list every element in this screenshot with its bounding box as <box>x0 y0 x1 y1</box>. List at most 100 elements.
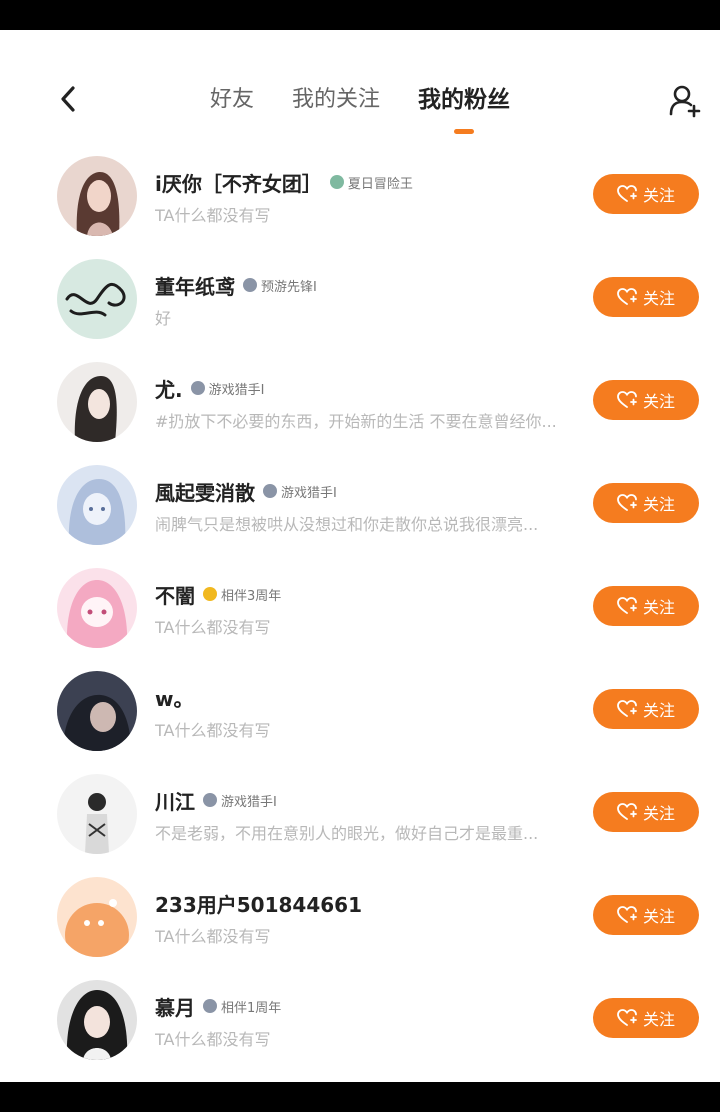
heart-plus-icon <box>617 288 637 305</box>
badge-label: 相伴1周年 <box>221 1000 282 1016</box>
user-name[interactable]: 慕月 <box>155 992 195 1021</box>
follow-button-label: 关注 <box>642 289 675 308</box>
badge-label: 游戏猎手I <box>208 382 265 398</box>
fan-row[interactable]: 233用户501844661 TA什么都没有写 关注 <box>0 871 720 974</box>
heart-plus-icon <box>617 494 637 511</box>
follow-button-label: 关注 <box>642 598 675 617</box>
tab-fans-label: 我的粉丝 <box>418 87 511 113</box>
fan-row[interactable]: 風起雯消散 游戏猎手I 闹脾气只是想被哄从没想过和你走散你总说我很漂亮... 关… <box>0 459 720 562</box>
user-badge: 游戏猎手I <box>190 379 265 398</box>
add-user-icon <box>669 85 701 118</box>
user-name[interactable]: 董年纸鸢 <box>155 271 235 300</box>
heart-plus-icon <box>617 700 637 717</box>
tab-fans[interactable]: 我的粉丝 <box>418 82 511 134</box>
fan-row[interactable]: 慕月 相伴1周年 TA什么都没有写 关注 <box>0 974 720 1077</box>
avatar[interactable] <box>57 980 137 1060</box>
badge-icon <box>243 278 257 292</box>
badge-label: 游戏猎手I <box>281 485 337 501</box>
user-bio: TA什么都没有写 <box>155 618 271 637</box>
avatar[interactable] <box>57 774 137 854</box>
follow-button-label: 关注 <box>642 907 675 926</box>
user-bio: TA什么都没有写 <box>155 721 271 740</box>
follow-button[interactable]: 关注 <box>593 689 699 729</box>
user-name[interactable]: w。 <box>155 683 193 712</box>
user-name[interactable]: 233用户501844661 <box>155 889 362 918</box>
heart-plus-icon <box>617 185 637 202</box>
badge-label: 游戏猎手I <box>221 794 277 810</box>
fans-screen: 好友 我的关注 我的粉丝 i厌你［不齐女团］ 夏日冒险王 TA什么都没有写 关注… <box>0 30 720 1082</box>
badge-icon <box>329 175 344 189</box>
badge-label: 夏日冒险王 <box>347 176 413 192</box>
user-name[interactable]: 不闇 <box>155 580 195 609</box>
heart-plus-icon <box>617 906 637 923</box>
name-line: i厌你［不齐女团］ 夏日冒险王 <box>155 168 413 196</box>
avatar[interactable] <box>57 156 137 236</box>
user-name[interactable]: 風起雯消散 <box>155 477 255 506</box>
badge-icon <box>263 484 277 498</box>
badge-label: 相伴3周年 <box>221 588 282 604</box>
user-bio: TA什么都没有写 <box>155 1030 271 1049</box>
follow-button-label: 关注 <box>642 1010 675 1029</box>
avatar[interactable] <box>57 671 137 751</box>
user-bio: 闹脾气只是想被哄从没想过和你走散你总说我很漂亮... <box>155 515 539 534</box>
name-line: 不闇 相伴3周年 <box>155 580 281 608</box>
follow-button-label: 关注 <box>642 392 675 411</box>
tab-friends[interactable]: 好友 <box>210 82 254 122</box>
user-badge: 相伴3周年 <box>203 585 281 604</box>
user-badge: 相伴1周年 <box>203 997 281 1016</box>
tab-following-label: 我的关注 <box>292 87 381 112</box>
user-bio: 不是老弱，不用在意别人的眼光，做好自己才是最重... <box>155 824 539 843</box>
name-line: 董年纸鸢 预游先锋I <box>155 271 317 299</box>
user-name[interactable]: 尤. <box>155 374 183 403</box>
fan-row[interactable]: 不闇 相伴3周年 TA什么都没有写 关注 <box>0 562 720 665</box>
back-button[interactable] <box>52 80 84 118</box>
tab-friends-label: 好友 <box>210 87 255 112</box>
follow-button[interactable]: 关注 <box>593 998 699 1038</box>
fan-row[interactable]: 尤. 游戏猎手I #扔放下不必要的东西，开始新的生活 不要在意曾经你... 关注 <box>0 356 720 459</box>
follow-button[interactable]: 关注 <box>593 895 699 935</box>
follow-button[interactable]: 关注 <box>593 380 699 420</box>
avatar[interactable] <box>57 362 137 442</box>
fan-row[interactable]: i厌你［不齐女团］ 夏日冒险王 TA什么都没有写 关注 <box>0 150 720 253</box>
tab-following[interactable]: 我的关注 <box>292 82 380 122</box>
follow-button[interactable]: 关注 <box>593 483 699 523</box>
user-bio: TA什么都没有写 <box>155 927 271 946</box>
follow-button-label: 关注 <box>642 495 675 514</box>
active-tab-indicator <box>454 129 475 134</box>
heart-plus-icon <box>617 391 637 408</box>
user-badge: 游戏猎手I <box>203 791 277 810</box>
avatar[interactable] <box>57 259 137 339</box>
follow-button[interactable]: 关注 <box>593 174 699 214</box>
fan-row[interactable]: 董年纸鸢 预游先锋I 好 关注 <box>0 253 720 356</box>
badge-label: 预游先锋I <box>261 279 317 295</box>
name-line: 風起雯消散 游戏猎手I <box>155 477 337 505</box>
top-nav-bar: 好友 我的关注 我的粉丝 <box>0 30 720 140</box>
badge-icon <box>203 793 217 807</box>
fan-row[interactable]: 川江 游戏猎手I 不是老弱，不用在意别人的眼光，做好自己才是最重... 关注 <box>0 768 720 871</box>
user-bio: #扔放下不必要的东西，开始新的生活 不要在意曾经你... <box>155 412 557 431</box>
fan-row[interactable]: w。 TA什么都没有写 关注 <box>0 665 720 768</box>
user-bio: 好 <box>155 309 172 328</box>
follow-button[interactable]: 关注 <box>593 792 699 832</box>
avatar[interactable] <box>57 877 137 957</box>
tab-bar: 好友 我的关注 我的粉丝 <box>210 82 511 134</box>
letterbox-top <box>0 0 720 30</box>
avatar[interactable] <box>57 465 137 545</box>
follow-button-label: 关注 <box>642 804 675 823</box>
fans-list: i厌你［不齐女团］ 夏日冒险王 TA什么都没有写 关注 董年纸鸢 预游先锋I 好… <box>0 150 720 1077</box>
badge-icon <box>203 999 217 1013</box>
follow-button[interactable]: 关注 <box>593 586 699 626</box>
follow-button[interactable]: 关注 <box>593 277 699 317</box>
avatar[interactable] <box>57 568 137 648</box>
follow-button-label: 关注 <box>642 186 675 205</box>
back-chevron-icon <box>61 86 75 112</box>
name-line: 233用户501844661 <box>155 889 362 917</box>
name-line: 川江 游戏猎手I <box>155 786 277 814</box>
heart-plus-icon <box>617 597 637 614</box>
user-badge: 夏日冒险王 <box>329 173 413 192</box>
user-name[interactable]: 川江 <box>155 786 195 815</box>
user-name[interactable]: i厌你［不齐女团］ <box>155 168 322 197</box>
name-line: w。 <box>155 683 193 711</box>
user-badge: 游戏猎手I <box>263 482 337 501</box>
add-friend-button[interactable] <box>664 80 706 122</box>
